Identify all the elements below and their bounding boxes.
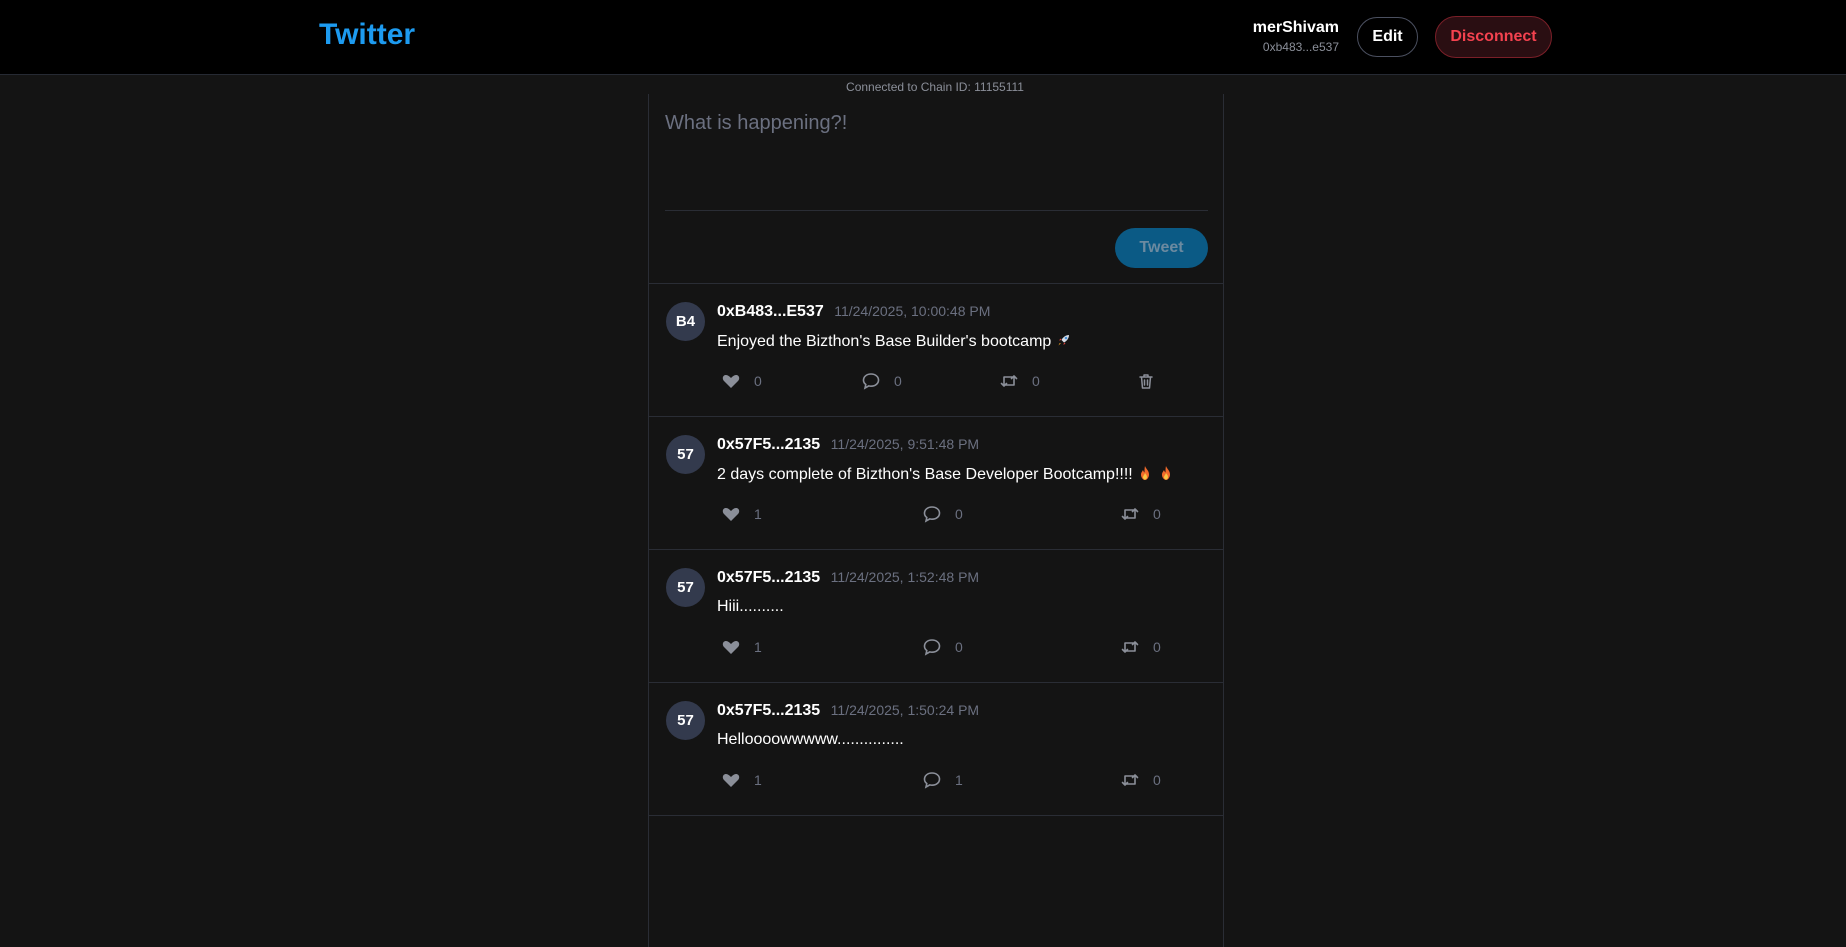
- tweet-timestamp: 11/24/2025, 9:51:48 PM: [830, 436, 980, 452]
- tweet-timestamp: 11/24/2025, 1:50:24 PM: [830, 702, 980, 718]
- tweet-timestamp: 11/24/2025, 1:52:48 PM: [830, 569, 980, 585]
- tweet-header: 0xB483...E537 11/24/2025, 10:00:48 PM: [717, 303, 990, 321]
- comment-icon: [862, 373, 880, 390]
- tweet-item: 57 0x57F5...2135 11/24/2025, 1:50:24 PM …: [649, 683, 1223, 816]
- like-action[interactable]: 1: [721, 637, 762, 657]
- retweet-action[interactable]: 0: [1120, 504, 1161, 524]
- tweet-content: Enjoyed the Bizthon's Base Builder's boo…: [717, 332, 1072, 351]
- comment-icon: [923, 772, 941, 789]
- avatar[interactable]: 57: [666, 701, 705, 740]
- comment-action[interactable]: 0: [922, 637, 963, 657]
- comment-count: 0: [955, 506, 963, 522]
- feed: What is happening?! Tweet B4 0xB483...E5…: [648, 94, 1224, 947]
- tweet-author[interactable]: 0x57F5...2135: [717, 569, 820, 586]
- retweet-icon: [1121, 774, 1139, 786]
- comment-count: 0: [955, 639, 963, 655]
- tweet-item: 57 0x57F5...2135 11/24/2025, 1:52:48 PM …: [649, 550, 1223, 683]
- heart-icon: [722, 507, 740, 521]
- disconnect-button[interactable]: Disconnect: [1435, 16, 1552, 58]
- tweet-content: 2 days complete of Bizthon's Base Develo…: [717, 465, 1174, 484]
- tweet-timestamp: 11/24/2025, 10:00:48 PM: [834, 303, 991, 319]
- fire-icon: [1141, 466, 1150, 480]
- tweet-button[interactable]: Tweet: [1115, 228, 1208, 268]
- chain-status: Connected to Chain ID: 11155111: [846, 80, 1024, 94]
- like-count: 0: [754, 373, 762, 389]
- retweet-count: 0: [1153, 639, 1161, 655]
- tweet-input[interactable]: What is happening?!: [665, 112, 1208, 192]
- tweet-text: Helloooowwwww...............: [717, 731, 904, 748]
- comment-action[interactable]: 1: [922, 770, 963, 790]
- retweet-action[interactable]: 0: [1120, 637, 1161, 657]
- edit-profile-button[interactable]: Edit: [1357, 17, 1418, 57]
- comment-action[interactable]: 0: [861, 371, 902, 391]
- heart-icon: [722, 374, 740, 388]
- retweet-count: 0: [1153, 506, 1161, 522]
- avatar[interactable]: 57: [666, 435, 705, 474]
- tweet-text: 2 days complete of Bizthon's Base Develo…: [717, 466, 1133, 483]
- tweet-item: 57 0x57F5...2135 11/24/2025, 9:51:48 PM …: [649, 417, 1223, 550]
- retweet-icon: [1121, 641, 1139, 653]
- composer-divider: [665, 210, 1208, 211]
- fire-icon: [1161, 466, 1170, 480]
- comment-action[interactable]: 0: [922, 504, 963, 524]
- trash-icon: [1139, 374, 1153, 389]
- retweet-icon: [1000, 375, 1018, 387]
- retweet-action[interactable]: 0: [999, 371, 1040, 391]
- tweet-header: 0x57F5...2135 11/24/2025, 1:52:48 PM: [717, 569, 979, 587]
- like-action[interactable]: 1: [721, 504, 762, 524]
- heart-icon: [722, 640, 740, 654]
- avatar[interactable]: 57: [666, 568, 705, 607]
- comment-icon: [923, 639, 941, 656]
- like-action[interactable]: 0: [721, 371, 762, 391]
- tweet-header: 0x57F5...2135 11/24/2025, 1:50:24 PM: [717, 702, 979, 720]
- retweet-icon: [1121, 508, 1139, 520]
- delete-action[interactable]: [1136, 371, 1169, 391]
- tweet-content: Hiii..........: [717, 598, 784, 616]
- comment-count: 0: [894, 373, 902, 389]
- retweet-action[interactable]: 0: [1120, 770, 1161, 790]
- avatar[interactable]: B4: [666, 302, 705, 341]
- tweet-text: Enjoyed the Bizthon's Base Builder's boo…: [717, 333, 1052, 350]
- like-action[interactable]: 1: [721, 770, 762, 790]
- comment-icon: [923, 506, 941, 523]
- tweet-text: Hiii..........: [717, 598, 784, 615]
- heart-icon: [722, 773, 740, 787]
- top-bar: Twitter merShivam 0xb483...e537 Edit Dis…: [0, 0, 1846, 75]
- tweet-header: 0x57F5...2135 11/24/2025, 9:51:48 PM: [717, 436, 979, 454]
- app-logo[interactable]: Twitter: [319, 18, 415, 52]
- tweet-composer: What is happening?! Tweet: [649, 94, 1223, 284]
- retweet-count: 0: [1032, 373, 1040, 389]
- user-address: 0xb483...e537: [1262, 40, 1339, 54]
- comment-count: 1: [955, 772, 963, 788]
- tweet-author[interactable]: 0xB483...E537: [717, 303, 824, 320]
- user-name: merShivam: [1252, 19, 1339, 36]
- tweet-content: Helloooowwwww...............: [717, 731, 904, 749]
- retweet-count: 0: [1153, 772, 1161, 788]
- rocket-icon: [1058, 335, 1069, 346]
- tweet-author[interactable]: 0x57F5...2135: [717, 436, 820, 453]
- like-count: 1: [754, 639, 762, 655]
- tweet-author[interactable]: 0x57F5...2135: [717, 702, 820, 719]
- tweet-item: B4 0xB483...E537 11/24/2025, 10:00:48 PM…: [649, 284, 1223, 417]
- like-count: 1: [754, 506, 762, 522]
- like-count: 1: [754, 772, 762, 788]
- user-info: merShivam 0xb483...e537: [1253, 19, 1339, 54]
